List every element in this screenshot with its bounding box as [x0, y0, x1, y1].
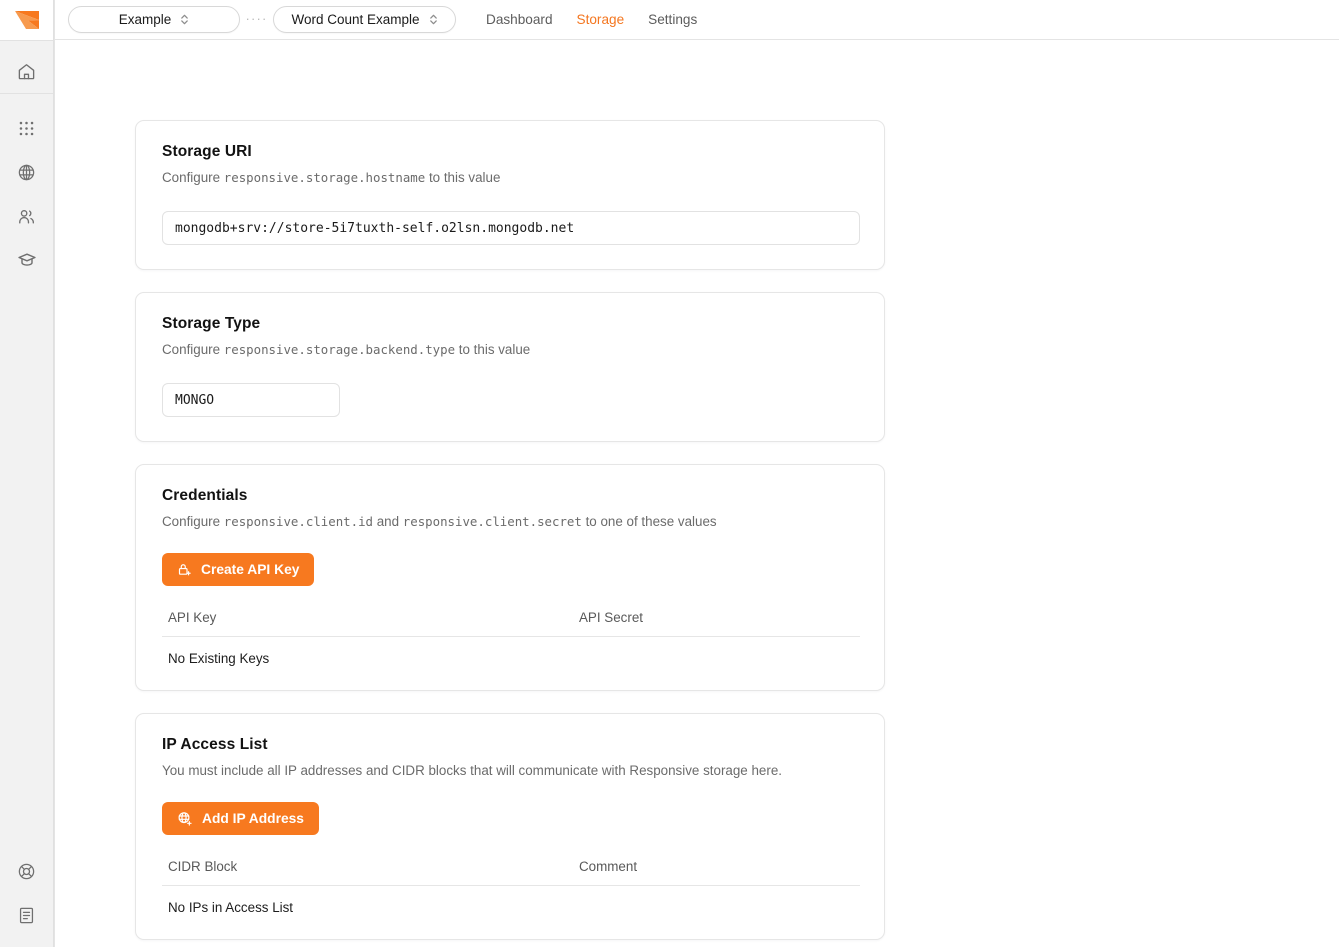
card-credentials: Credentials Configure responsive.client.… [135, 464, 885, 692]
breadcrumb-separator: ···· [245, 10, 268, 26]
users-icon [19, 209, 34, 224]
column-header-api-secret: API Secret [579, 610, 644, 626]
table-body: No Existing Keys [162, 637, 860, 666]
left-rail [0, 0, 54, 947]
brand-logo[interactable] [0, 0, 53, 40]
sidebar-item-support[interactable] [0, 849, 54, 893]
api-keys-table: API Key API Secret No Existing Keys [162, 610, 860, 666]
column-header-comment: Comment [579, 859, 638, 875]
table-empty-message: No IPs in Access List [168, 900, 294, 916]
page-title-storage-uri: Storage URI [162, 143, 252, 160]
subtitle-mid: and [373, 514, 403, 530]
life-ring-icon [18, 863, 35, 879]
table-body: No IPs in Access List [162, 886, 860, 915]
app-select-value: Word Count Example [291, 12, 420, 27]
page-title-storage-type: Storage Type [162, 315, 261, 333]
globe-icon [18, 164, 35, 180]
tab-settings[interactable]: Settings [648, 12, 697, 27]
subtitle-config-key-1: responsive.client.id [223, 514, 373, 530]
top-nav: Dashboard Storage Settings [486, 12, 697, 27]
column-header-api-key: API Key [168, 610, 217, 626]
page-title-ip-access-list: IP Access List [162, 736, 268, 754]
document-icon [19, 907, 34, 923]
column-header-cidr-block: CIDR Block [168, 859, 238, 875]
rail-spacer [0, 282, 53, 849]
table-empty-message: No Existing Keys [168, 651, 270, 667]
content-column: Example ···· Word Count Example Dashboar… [54, 0, 1339, 947]
sidebar-item-home[interactable] [0, 49, 54, 93]
card-storage-uri: Storage URI Configure responsive.storage… [135, 120, 885, 271]
subtitle-prefix: Configure [162, 342, 224, 358]
rail-group-top [0, 41, 53, 93]
app-select[interactable]: Word Count Example [273, 6, 456, 33]
chevron-up-down-icon [429, 14, 437, 25]
globe-plus-icon [178, 812, 192, 826]
add-ip-address-button[interactable]: Add IP Address [162, 802, 319, 836]
tab-storage[interactable]: Storage [577, 12, 625, 27]
org-select[interactable]: Example [68, 6, 240, 33]
rail-group-bottom [0, 849, 53, 947]
sidebar-item-environments[interactable] [0, 150, 54, 194]
subtitle-prefix: Configure [162, 170, 224, 185]
lock-plus-icon [178, 564, 191, 576]
subtitle-prefix: Configure [162, 514, 224, 530]
graduation-cap-icon [17, 253, 36, 266]
card-subtitle-storage-type: Configure responsive.storage.backend.typ… [162, 341, 858, 359]
grid-apps-icon [19, 121, 34, 135]
app-root: Example ···· Word Count Example Dashboar… [0, 0, 1339, 947]
sidebar-item-team[interactable] [0, 194, 54, 238]
sidebar-item-learn[interactable] [0, 238, 54, 282]
storage-uri-input[interactable]: mongodb+srv://store-5i7tuxth-self.o2lsn.… [162, 211, 860, 246]
sidebar-item-docs[interactable] [0, 893, 54, 937]
sidebar-item-applications[interactable] [0, 106, 54, 150]
subtitle-suffix: to one of these values [581, 514, 717, 530]
card-subtitle-storage-uri: Configure responsive.storage.hostname to… [162, 169, 858, 187]
subtitle-config-key-2: responsive.client.secret [402, 514, 582, 530]
main-panel: Storage URI Configure responsive.storage… [54, 40, 1339, 947]
responsive-arrow-logo-icon [14, 11, 39, 29]
subtitle-config-key: responsive.storage.hostname [223, 170, 426, 185]
add-ip-address-label: Add IP Address [202, 811, 304, 827]
create-api-key-button[interactable]: Create API Key [162, 553, 315, 587]
chevron-up-down-icon [181, 14, 189, 25]
page-title-credentials: Credentials [162, 487, 248, 505]
org-select-value: Example [118, 12, 172, 27]
home-icon [18, 63, 35, 79]
table-header: API Key API Secret [162, 610, 860, 638]
create-api-key-label: Create API Key [201, 562, 300, 578]
tab-dashboard[interactable]: Dashboard [486, 12, 553, 27]
storage-type-input[interactable]: MONGO [162, 383, 340, 418]
card-ip-access-list: IP Access List You must include all IP a… [135, 713, 885, 941]
ip-access-table: CIDR Block Comment No IPs in Access List [162, 859, 860, 915]
card-storage-type: Storage Type Configure responsive.storag… [135, 292, 885, 443]
top-bar: Example ···· Word Count Example Dashboar… [54, 0, 1339, 40]
subtitle-suffix: to this value [425, 170, 501, 185]
card-subtitle-credentials: Configure responsive.client.id and respo… [162, 513, 858, 531]
subtitle-config-key: responsive.storage.backend.type [223, 342, 456, 358]
table-header: CIDR Block Comment [162, 859, 860, 887]
rail-group-main [0, 94, 53, 282]
card-subtitle-ip-access-list: You must include all IP addresses and CI… [162, 763, 782, 779]
subtitle-suffix: to this value [455, 342, 531, 358]
